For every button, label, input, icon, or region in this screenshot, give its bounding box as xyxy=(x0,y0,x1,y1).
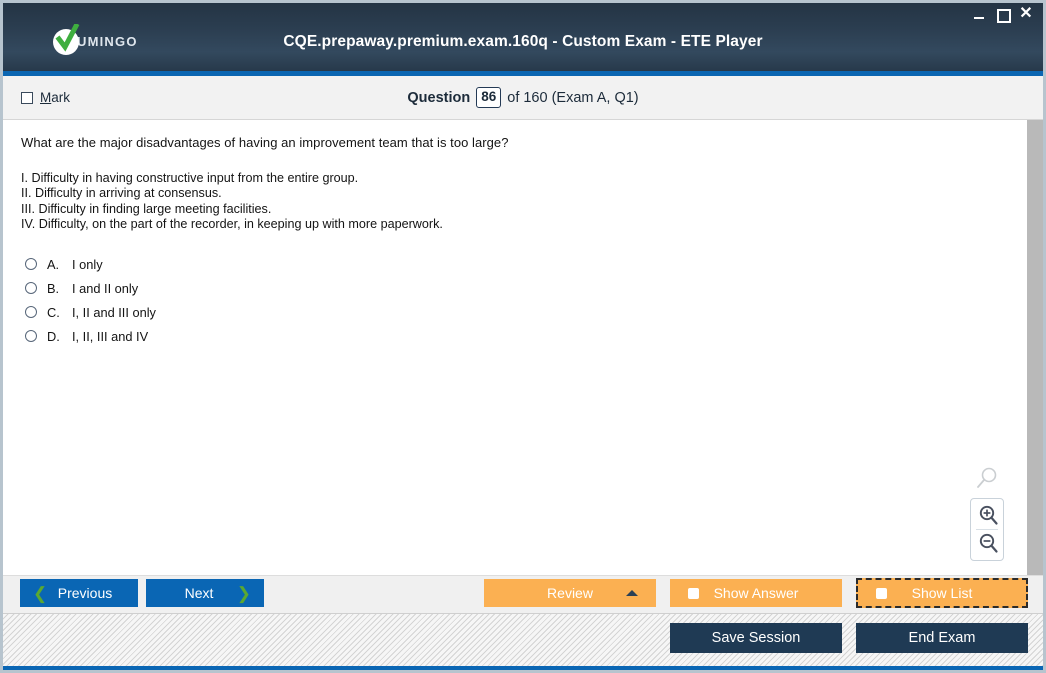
question-prompt: What are the major disadvantages of havi… xyxy=(21,135,509,150)
window-controls: ✕ xyxy=(972,6,1034,23)
footer-accent-rule xyxy=(3,666,1043,670)
minimize-icon[interactable] xyxy=(972,7,986,21)
square-icon xyxy=(688,587,699,599)
previous-button[interactable]: ❮ Previous xyxy=(20,579,138,607)
question-panel: What are the major disadvantages of havi… xyxy=(3,120,1026,575)
content-area: What are the major disadvantages of havi… xyxy=(3,120,1043,575)
end-exam-button[interactable]: End Exam xyxy=(856,623,1028,653)
question-statements: I. Difficulty in having constructive inp… xyxy=(21,171,1008,232)
answer-option-d[interactable]: D. I, II, III and IV xyxy=(21,324,1008,348)
review-button-label: Review xyxy=(547,585,593,601)
ete-player-window: UMINGO CQE.prepaway.premium.exam.160q - … xyxy=(0,0,1046,673)
vertical-scrollbar[interactable] xyxy=(1026,120,1043,575)
statement-item: III. Difficulty in finding large meeting… xyxy=(21,201,272,216)
answer-option-a[interactable]: A. I only xyxy=(21,252,1008,276)
option-letter-d: D. xyxy=(47,328,60,344)
option-text-b: I and II only xyxy=(72,280,139,296)
statement-item: II. Difficulty in arriving at consensus. xyxy=(21,186,222,201)
next-button-label: Next xyxy=(184,585,214,601)
magnifier-plus-icon xyxy=(979,505,998,525)
previous-button-label: Previous xyxy=(57,585,113,601)
navigation-bar: ❮ Previous Next ❯ Review Show Answer Sho… xyxy=(3,575,1043,613)
statement-item: IV. Difficulty, on the part of the recor… xyxy=(21,216,443,231)
statement-item: I. Difficulty in having constructive inp… xyxy=(21,171,359,185)
question-header-bar: Mark Question 86 of 160 (Exam A, Q1) xyxy=(3,76,1043,120)
radio-button-b[interactable] xyxy=(25,282,37,295)
answer-options: A. I only B. I and II only C. I, II and … xyxy=(21,252,1008,348)
option-letter-a: A. xyxy=(47,256,60,272)
next-button[interactable]: Next ❯ xyxy=(146,579,264,607)
square-icon xyxy=(876,587,887,599)
answer-option-c[interactable]: C. I, II and III only xyxy=(21,300,1008,324)
radio-button-d[interactable] xyxy=(25,330,37,343)
option-text-a: I only xyxy=(72,256,103,272)
maximize-icon[interactable] xyxy=(995,7,1011,23)
save-session-button[interactable]: Save Session xyxy=(670,623,842,653)
footer-bar: Save Session End Exam xyxy=(3,613,1043,666)
title-bar: UMINGO CQE.prepaway.premium.exam.160q - … xyxy=(3,3,1043,71)
chevron-left-icon: ❮ xyxy=(33,583,48,603)
option-letter-b: B. xyxy=(47,280,60,296)
question-word: Question xyxy=(407,89,471,106)
chevron-right-icon: ❯ xyxy=(236,583,251,603)
window-title: CQE.prepaway.premium.exam.160q - Custom … xyxy=(283,33,763,50)
option-letter-c: C. xyxy=(47,304,60,320)
zoom-controls xyxy=(970,466,1004,561)
answer-option-b[interactable]: B. I and II only xyxy=(21,276,1008,300)
show-answer-button[interactable]: Show Answer xyxy=(670,579,842,607)
question-counter: Question 86 of 160 (Exam A, Q1) xyxy=(3,87,1043,108)
zoom-in-button[interactable] xyxy=(971,502,1005,529)
show-list-button-label: Show List xyxy=(911,585,973,601)
zoom-panel xyxy=(970,498,1004,561)
triangle-up-icon xyxy=(626,590,638,596)
option-text-d: I, II, III and IV xyxy=(72,328,149,344)
magnifier-minus-icon xyxy=(979,533,998,553)
radio-button-c[interactable] xyxy=(25,306,37,319)
show-answer-button-label: Show Answer xyxy=(713,585,799,601)
option-text-c: I, II and III only xyxy=(72,304,156,320)
radio-button-a[interactable] xyxy=(25,258,37,271)
magnifier-icon xyxy=(974,466,1000,492)
question-total-label: of 160 (Exam A, Q1) xyxy=(507,89,639,106)
zoom-out-button[interactable] xyxy=(971,530,1005,557)
show-list-button[interactable]: Show List xyxy=(856,578,1028,608)
question-number-field[interactable]: 86 xyxy=(476,87,502,108)
review-button[interactable]: Review xyxy=(484,579,656,607)
close-icon[interactable]: ✕ xyxy=(1018,6,1034,22)
